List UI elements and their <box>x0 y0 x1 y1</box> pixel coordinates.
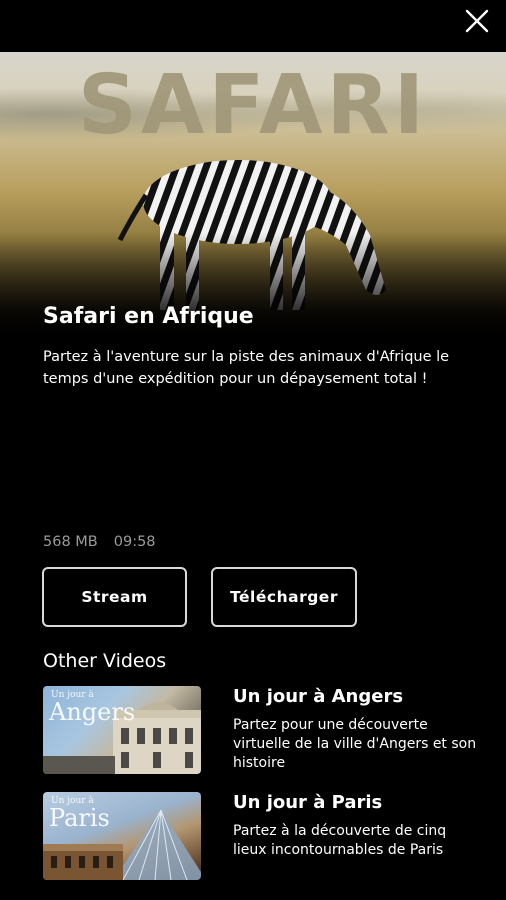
video-thumbnail: Un jour à Angers <box>43 686 201 774</box>
video-item-title: Un jour à Paris <box>233 792 383 813</box>
close-button[interactable] <box>464 8 490 34</box>
video-item-description: Partez à la découverte de cinq lieux inc… <box>233 823 447 858</box>
download-button[interactable]: Télécharger <box>211 567 357 627</box>
close-icon <box>465 9 489 33</box>
thumbnail-label: Paris <box>49 804 110 832</box>
video-description: Partez à l'aventure sur la piste des ani… <box>43 349 450 387</box>
video-item-angers[interactable]: Un jour à Angers Un jour à Angers Partez… <box>43 686 483 776</box>
video-item-paris[interactable]: Un jour à Paris Un jour à Paris Partez à… <box>43 792 483 882</box>
video-meta: 568 MB 09:58 <box>43 534 156 550</box>
video-size: 568 MB <box>43 534 98 550</box>
thumbnail-label: Angers <box>49 698 136 726</box>
video-item-title: Un jour à Angers <box>233 686 404 707</box>
video-title: Safari en Afrique <box>43 304 254 329</box>
stream-button[interactable]: Stream <box>42 567 187 627</box>
other-videos-title: Other Videos <box>43 650 167 672</box>
video-duration: 09:58 <box>113 534 156 550</box>
hero-overlay-title: SAFARI <box>77 58 429 153</box>
video-item-description: Partez pour une découverte virtuelle de … <box>233 717 477 771</box>
video-thumbnail: Un jour à Paris <box>43 792 201 880</box>
hero-image: SAFARI <box>0 52 506 342</box>
